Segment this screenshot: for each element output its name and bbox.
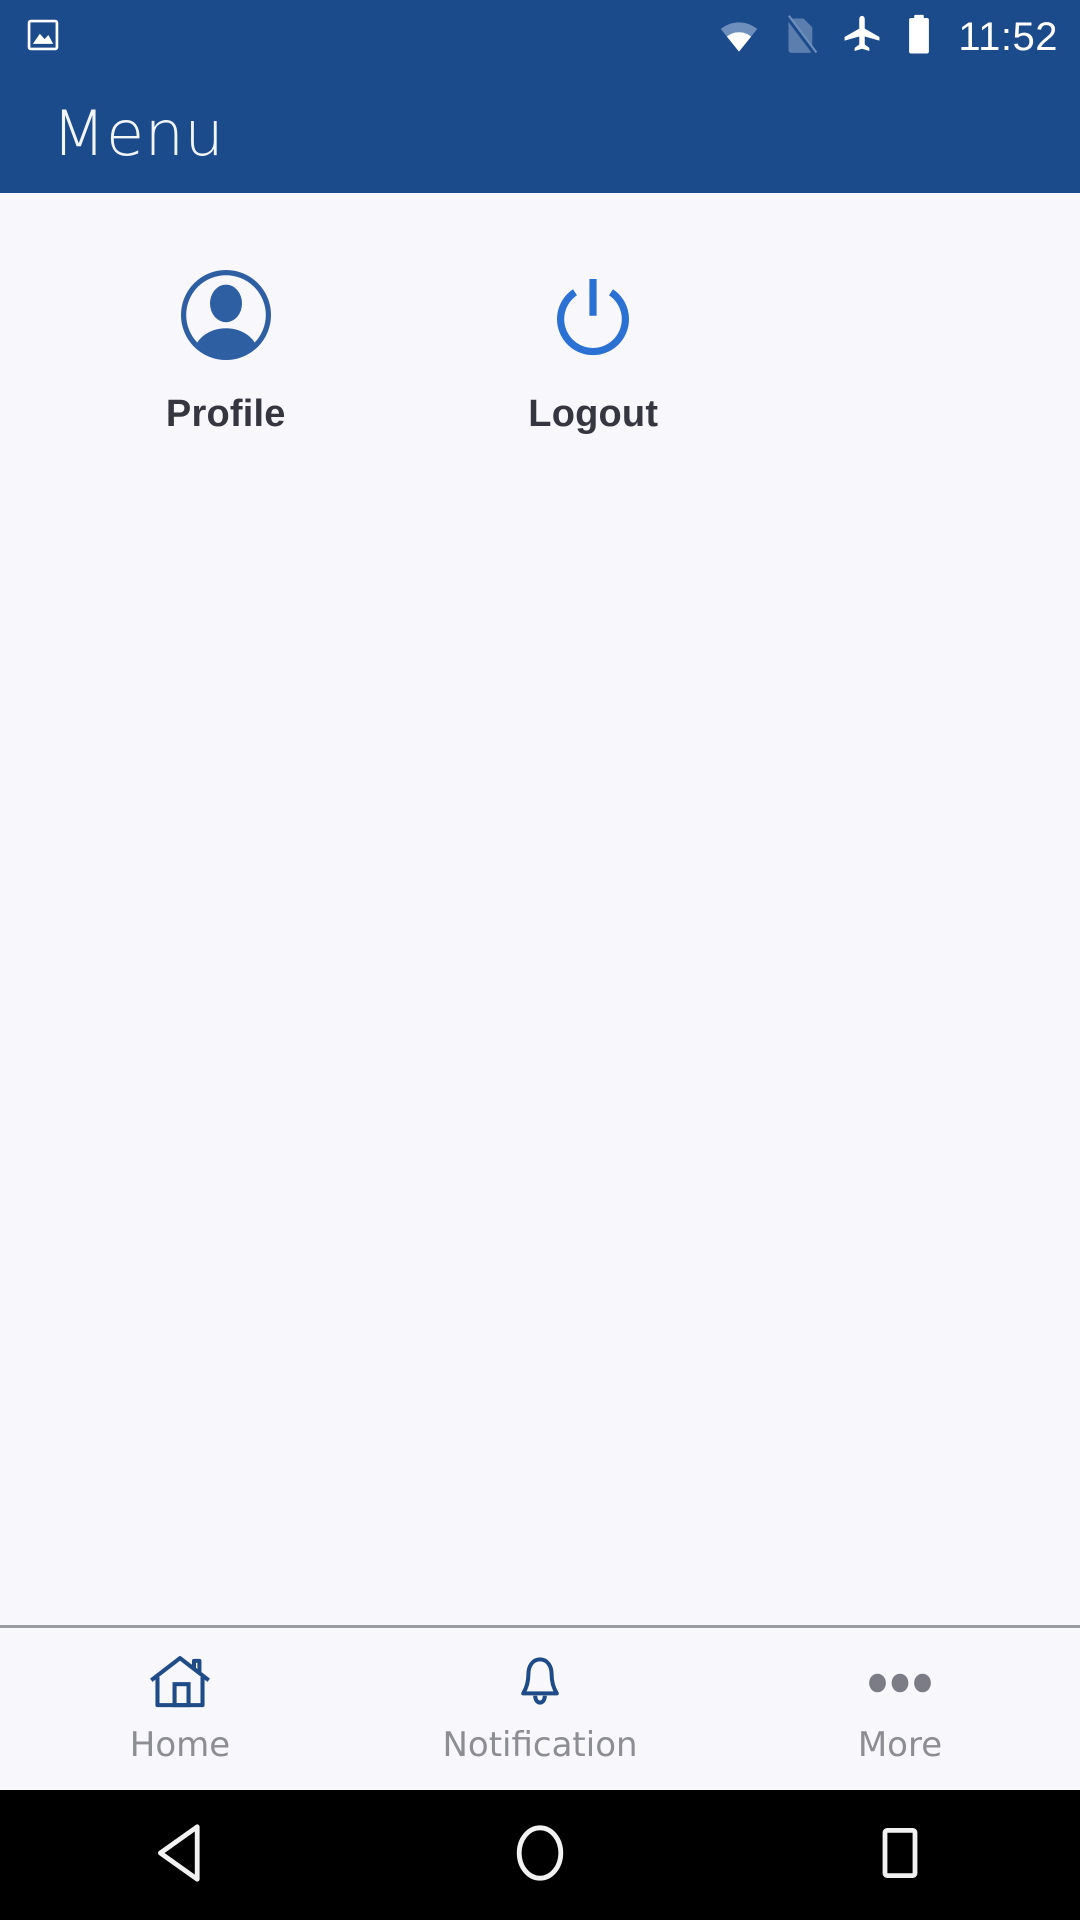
image-icon [24, 16, 62, 59]
circle-icon [512, 1822, 568, 1889]
tab-more[interactable]: More [720, 1628, 1080, 1790]
status-bar: 11:52 [0, 0, 1080, 75]
tab-notification[interactable]: Notification [360, 1628, 720, 1790]
recents-button[interactable] [720, 1824, 1080, 1887]
more-dots-icon [867, 1650, 933, 1716]
home-icon [147, 1650, 213, 1716]
menu-content: Profile Logout [0, 193, 1080, 1625]
user-circle-icon [178, 263, 274, 367]
menu-item-label: Profile [165, 393, 286, 435]
home-button[interactable] [360, 1822, 720, 1889]
airplane-mode-icon [840, 13, 884, 62]
tab-label: More [857, 1725, 943, 1765]
android-navigation-bar [0, 1790, 1080, 1920]
menu-grid: Profile Logout [42, 255, 777, 436]
phone-screen: 11:52 Menu Profile Logout Home Notificat… [0, 0, 1080, 1920]
app-bar: Menu [0, 75, 1080, 193]
tab-label: Notification [442, 1725, 638, 1765]
status-bar-system-icons: 11:52 [718, 13, 1058, 62]
tab-home[interactable]: Home [0, 1628, 360, 1790]
no-sim-icon [782, 14, 818, 61]
page-title: Menu [52, 97, 225, 170]
menu-item-logout[interactable]: Logout [410, 255, 778, 436]
menu-item-label: Logout [528, 393, 659, 435]
back-button[interactable] [0, 1822, 360, 1889]
bell-icon [510, 1650, 570, 1716]
menu-item-profile[interactable]: Profile [42, 255, 410, 436]
power-icon [545, 263, 641, 367]
status-bar-notifications [24, 16, 62, 59]
triangle-left-icon [152, 1822, 208, 1889]
wifi-icon [718, 14, 760, 61]
square-icon [875, 1824, 925, 1887]
battery-icon [906, 13, 932, 62]
status-bar-clock: 11:52 [958, 14, 1058, 59]
bottom-tab-bar: Home Notification More [0, 1625, 1080, 1790]
tab-label: Home [129, 1725, 231, 1765]
